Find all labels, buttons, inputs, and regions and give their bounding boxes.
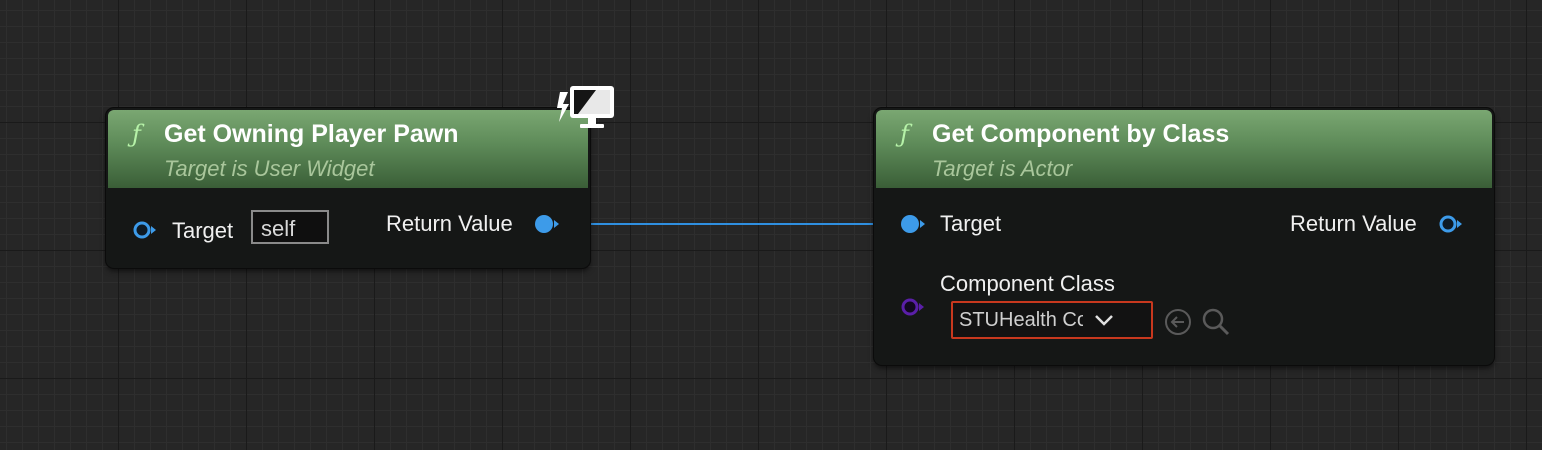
node-get-owning-player-pawn[interactable]: ƒ Get Owning Player Pawn Target is User … [106, 108, 590, 268]
component-class-dropdown[interactable]: STUHealth Comp [951, 301, 1153, 339]
use-selected-asset-icon[interactable] [1163, 307, 1193, 337]
target-default-value[interactable]: self [251, 210, 329, 244]
browse-search-icon[interactable] [1201, 307, 1231, 337]
connection-wire[interactable] [563, 223, 903, 225]
function-icon: ƒ [900, 120, 909, 148]
node-header[interactable]: ƒ Get Component by Class Target is Actor [876, 110, 1492, 188]
screen-with-lightning-icon [557, 86, 614, 128]
node-title: Get Component by Class [932, 120, 1230, 148]
return-value-pin-icon[interactable] [1438, 214, 1464, 234]
chevron-down-icon [1095, 315, 1113, 326]
component-class-value: STUHealth Comp [959, 308, 1083, 331]
return-value-label: Return Value [386, 211, 513, 236]
return-value-label: Return Value [1290, 211, 1417, 236]
function-icon: ƒ [132, 120, 141, 148]
node-header[interactable]: ƒ Get Owning Player Pawn Target is User … [108, 110, 588, 188]
target-pin-label: Target [940, 211, 1002, 236]
component-class-pin-icon[interactable] [900, 297, 926, 317]
return-value-pin-icon[interactable] [534, 214, 560, 234]
target-pin-label: Target [172, 218, 234, 243]
node-subtitle: Target is User Widget [164, 156, 375, 181]
target-pin-icon[interactable] [132, 220, 158, 240]
component-class-label: Component Class [940, 271, 1115, 296]
node-subtitle: Target is Actor [932, 156, 1073, 181]
node-title: Get Owning Player Pawn [164, 120, 459, 148]
target-pin-icon[interactable] [900, 214, 926, 234]
